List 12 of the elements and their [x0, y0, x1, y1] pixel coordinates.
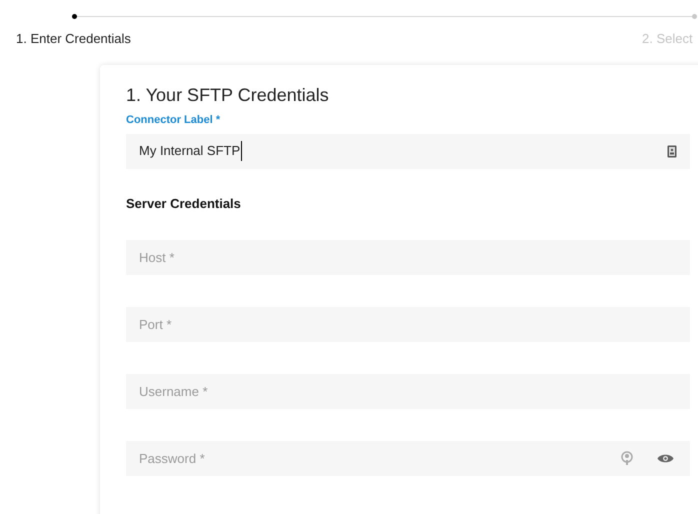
field-value: My Internal SFTP: [139, 141, 242, 161]
field-label: Connector Label *: [126, 113, 222, 128]
connector-label-field[interactable]: My Internal SFTP: [126, 134, 690, 168]
step-label[interactable]: 1. Enter Credentials: [16, 29, 131, 48]
contact-card-icon: [667, 144, 677, 158]
eye-icon[interactable]: [657, 452, 674, 464]
text-field[interactable]: Host *: [126, 240, 690, 275]
section-title: Server Credentials: [126, 194, 242, 212]
card-title: 1. Your SFTP Credentials: [126, 84, 330, 107]
password-field[interactable]: Password *: [126, 441, 690, 476]
text-field[interactable]: Port *: [126, 307, 690, 342]
text-field[interactable]: Username *: [126, 374, 690, 409]
